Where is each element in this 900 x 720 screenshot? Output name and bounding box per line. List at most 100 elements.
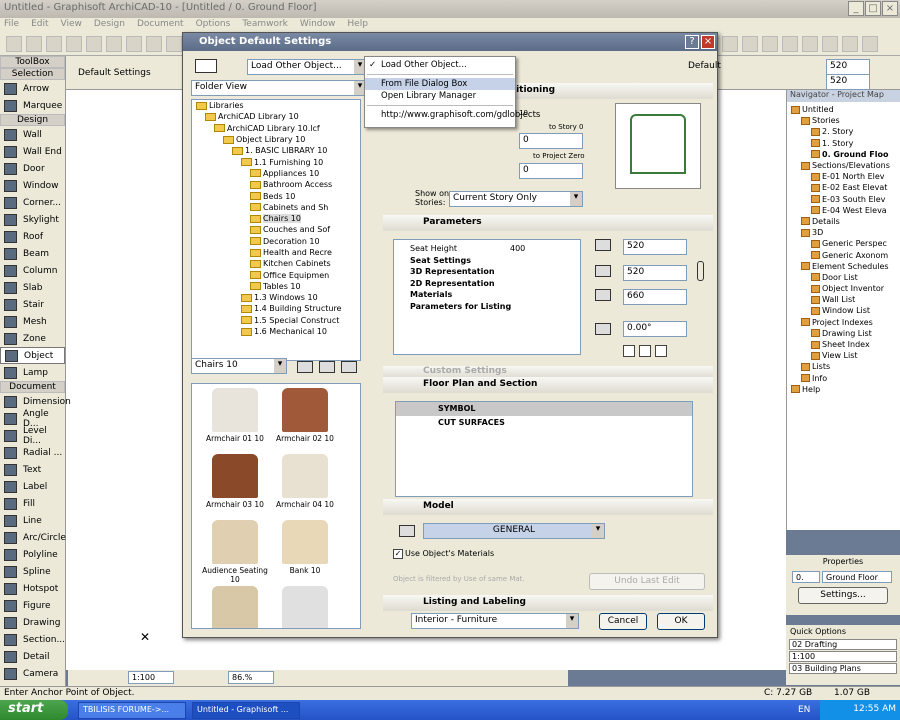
chain-link-icon[interactable] xyxy=(697,261,704,281)
tool-wall[interactable]: Wall xyxy=(0,126,65,143)
menu-options[interactable]: Options xyxy=(196,19,231,29)
tree-item[interactable]: Libraries xyxy=(192,100,360,111)
toolbar-right-button-6[interactable] xyxy=(842,36,858,52)
tool-label[interactable]: Label xyxy=(0,478,65,495)
show-on-stories-combo[interactable]: Current Story Only xyxy=(449,191,583,207)
ok-button[interactable]: OK xyxy=(657,613,705,630)
height-field-c[interactable]: 0 xyxy=(519,163,583,179)
tree-item[interactable]: Tables 10 xyxy=(192,281,360,292)
tool-window[interactable]: Window xyxy=(0,177,65,194)
floor-plan-row[interactable]: SYMBOL xyxy=(396,402,692,416)
tree-item[interactable]: Beds 10 xyxy=(192,190,360,201)
tool-slab[interactable]: Slab xyxy=(0,279,65,296)
tool-angle-d-[interactable]: Angle D... xyxy=(0,409,65,429)
navigator-item[interactable]: Drawing List xyxy=(791,328,900,339)
menu-load-other-object[interactable]: Load Other Object... xyxy=(365,59,515,71)
menu-help[interactable]: Help xyxy=(347,19,368,29)
navigator-item[interactable]: 1. Story xyxy=(791,138,900,149)
parameter-row[interactable]: Parameters for Listing xyxy=(394,302,580,314)
preview-mode-icon[interactable] xyxy=(319,361,335,373)
tool-object[interactable]: Object xyxy=(0,347,65,364)
navigator-item[interactable]: 0. Ground Floo xyxy=(791,149,900,160)
menu-view[interactable]: View xyxy=(61,19,82,29)
infobox-field-1[interactable]: 520 xyxy=(826,59,870,75)
folder-combo[interactable]: Chairs 10 xyxy=(191,358,287,374)
toolbar-button-8[interactable] xyxy=(166,36,182,52)
toolbar-right-button-4[interactable] xyxy=(802,36,818,52)
toolbar-button-2[interactable] xyxy=(46,36,62,52)
language-indicator[interactable]: EN xyxy=(798,705,810,715)
navigator-item[interactable]: Door List xyxy=(791,272,900,283)
navigator-item[interactable]: Object Inventor xyxy=(791,283,900,294)
object-thumbnail[interactable] xyxy=(270,586,340,628)
tool-roof[interactable]: Roof xyxy=(0,228,65,245)
object-thumbnail[interactable] xyxy=(200,586,270,628)
quick-option-1[interactable]: 1:100 xyxy=(789,651,897,662)
object-preview-list[interactable]: Armchair 01 10 Armchair 02 10 Armchair 03 … xyxy=(191,383,361,629)
tree-item[interactable]: 1.1 Furnishing 10 xyxy=(192,156,360,167)
mirror-y-icon[interactable] xyxy=(655,345,667,357)
tool-arc-circle[interactable]: Arc/Circle xyxy=(0,529,66,546)
floor-plan-list[interactable]: SYMBOL CUT SURFACES xyxy=(395,401,693,497)
settings-button[interactable]: Settings... xyxy=(798,587,888,604)
folder-view-combo[interactable]: Folder View xyxy=(191,80,367,96)
parameter-row[interactable]: 3D Representation xyxy=(394,267,580,279)
toolbar-button-0[interactable] xyxy=(6,36,22,52)
navigator-item[interactable]: Stories xyxy=(791,115,900,126)
list-mode-icon[interactable] xyxy=(341,361,357,373)
zoom-field[interactable]: 86.% xyxy=(228,671,274,684)
scale-field[interactable]: 1:100 xyxy=(128,671,174,684)
parameters-section-header[interactable]: Parameters xyxy=(383,215,713,231)
tree-item[interactable]: 1.6 Mechanical 10 xyxy=(192,326,360,337)
tool-stair[interactable]: Stair xyxy=(0,296,65,313)
infobox-field-2[interactable]: 520 xyxy=(826,74,870,90)
tree-item[interactable]: Bathroom Access xyxy=(192,179,360,190)
object-thumbnail[interactable]: Armchair 02 10 xyxy=(270,388,340,443)
menu-design[interactable]: Design xyxy=(94,19,125,29)
toolbar-right-button-3[interactable] xyxy=(782,36,798,52)
tool-wall-end[interactable]: Wall End xyxy=(0,143,65,160)
menu-window[interactable]: Window xyxy=(300,19,336,29)
object-thumbnail[interactable]: Audience Seating 10 xyxy=(200,520,270,584)
layer-combo[interactable]: Interior - Furniture xyxy=(411,613,579,629)
tool-lamp[interactable]: Lamp xyxy=(0,364,65,381)
tool-camera[interactable]: Camera xyxy=(0,665,65,682)
cancel-button[interactable]: Cancel xyxy=(599,613,647,630)
tool-skylight[interactable]: Skylight xyxy=(0,211,65,228)
library-tree[interactable]: Libraries ArchiCAD Library 10 ArchiCAD Lib… xyxy=(191,99,361,361)
help-button[interactable]: ? xyxy=(685,35,699,49)
tool-door[interactable]: Door xyxy=(0,160,65,177)
menu-file[interactable]: File xyxy=(4,19,19,29)
tool-figure[interactable]: Figure xyxy=(0,597,65,614)
tool-radial-[interactable]: Radial ... xyxy=(0,444,65,461)
tree-item[interactable]: 1. BASIC LIBRARY 10 xyxy=(192,145,360,156)
height-field-a[interactable]: 0 xyxy=(519,133,583,149)
navigator-item[interactable]: Element Schedules xyxy=(791,261,900,272)
task-forum[interactable]: TBILISIS FORUME->... xyxy=(78,702,186,719)
toolbar-button-5[interactable] xyxy=(106,36,122,52)
navigator-item[interactable]: View List xyxy=(791,350,900,361)
minimize-button[interactable]: _ xyxy=(848,1,864,16)
toolbar-button-6[interactable] xyxy=(126,36,142,52)
listing-section-header[interactable]: Listing and Labeling xyxy=(383,595,713,611)
param-field-b[interactable]: 520 xyxy=(623,265,687,281)
param-field-a[interactable]: 520 xyxy=(623,239,687,255)
navigator-item[interactable]: Sheet Index xyxy=(791,339,900,350)
toolbar-button-3[interactable] xyxy=(66,36,82,52)
parameter-row[interactable]: Materials xyxy=(394,290,580,302)
object-thumbnail[interactable]: Armchair 01 10 xyxy=(200,388,270,443)
tool-section-[interactable]: Section... xyxy=(0,631,65,648)
toolbar-button-1[interactable] xyxy=(26,36,42,52)
floor-plan-section-header[interactable]: Floor Plan and Section xyxy=(383,377,713,393)
tool-polyline[interactable]: Polyline xyxy=(0,546,65,563)
tool-marquee[interactable]: Marquee xyxy=(0,97,65,114)
tool-hotspot[interactable]: Hotspot xyxy=(0,580,65,597)
tree-item[interactable]: Object Library 10 xyxy=(192,134,360,145)
toolbar-right-button-2[interactable] xyxy=(762,36,778,52)
navigator-item[interactable]: Generic Axonom xyxy=(791,249,900,260)
tool-fill[interactable]: Fill xyxy=(0,495,65,512)
tool-column[interactable]: Column xyxy=(0,262,65,279)
navigator-item[interactable]: Help xyxy=(791,384,900,395)
quick-option-0[interactable]: 02 Drafting xyxy=(789,639,897,650)
tree-item[interactable]: Chairs 10 xyxy=(192,212,360,225)
